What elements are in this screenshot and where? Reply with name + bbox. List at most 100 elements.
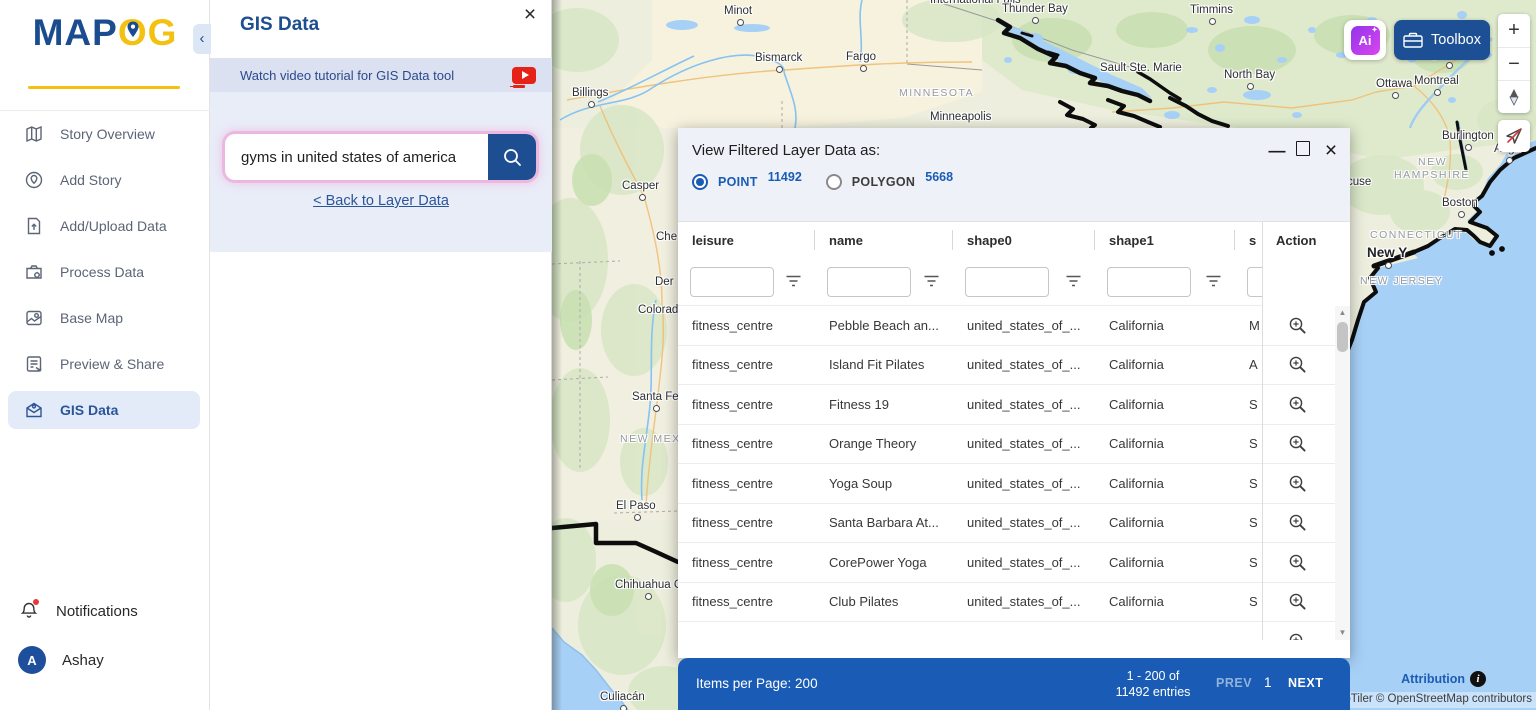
point-radio[interactable] [692,174,708,190]
sidebar-item-label: Base Map [60,310,124,326]
filter-input-shape0[interactable] [965,267,1049,297]
maximize-button[interactable] [1292,140,1314,162]
zoom-to-feature-button[interactable] [1262,385,1332,424]
zoom-to-feature-button[interactable] [1262,543,1332,582]
notifications-button[interactable]: Notifications [18,599,138,622]
vertical-scrollbar[interactable]: ▲ ▼ [1335,306,1350,640]
cell-shape2: S [1249,594,1258,610]
prev-page-button[interactable]: PREV [1216,676,1252,690]
vertical-scroll-thumb[interactable] [1337,322,1348,352]
sidebar-item-add-upload-data[interactable]: Add/Upload Data [8,207,200,245]
toolbox-icon [1403,32,1423,48]
folded-map-icon [26,125,42,143]
zoom-in-button[interactable]: + [1498,14,1530,47]
search-box [225,134,536,180]
cell-shape0: united_states_of_... [967,594,1081,610]
video-tutorial-bar[interactable]: Watch video tutorial for GIS Data tool [210,58,552,92]
point-radio-label[interactable]: POINT [718,175,758,189]
cell-shape2: S [1249,515,1258,531]
cell-name: Island Fit Pilates [829,357,925,373]
filter-icon[interactable] [924,275,939,287]
cell-leisure: fitness_centre [692,357,773,373]
zoom-in-magnifier-icon [1289,514,1306,531]
user-menu[interactable]: A Ashay [18,646,104,674]
filter-input-name[interactable] [827,267,911,297]
entries-range: 1 - 200 of 11492 entries [1115,669,1191,699]
cell-name: Yoga Soup [829,475,893,491]
table-row: fitness_centre Club Pilates united_state… [678,583,1335,622]
column-header-shape0[interactable]: shape0 [953,222,1095,258]
column-header-shape1[interactable]: shape1 [1095,222,1235,258]
cell-shape1: California [1109,436,1164,452]
search-input[interactable] [225,134,488,180]
zoom-out-button[interactable]: − [1498,47,1530,80]
map-zoom-controls: + − [1498,14,1530,113]
sidebar-item-add-story[interactable]: Add Story [8,161,200,199]
zoom-to-feature-button[interactable] [1262,346,1332,385]
next-page-button[interactable]: NEXT [1288,676,1323,690]
table-row: fitness_centre CorePower Yoga united_sta… [678,543,1335,583]
scroll-down-arrow[interactable]: ▼ [1335,626,1350,640]
polygon-radio-label[interactable]: POLYGON [852,175,915,189]
back-to-layer-data-link[interactable]: < Back to Layer Data [210,193,552,209]
zoom-to-feature-button[interactable] [1262,464,1332,503]
zoom-in-magnifier-icon [1289,593,1306,610]
compass-icon [1509,89,1519,106]
sidebar-collapse-button[interactable]: ‹ [193,24,211,54]
geolocate-off-icon [1506,128,1522,144]
modal-close-button[interactable]: × [1320,140,1342,162]
cell-shape0: united_states_of_... [967,554,1081,570]
attribution-toggle[interactable]: Attribution i [1401,671,1486,687]
items-per-page[interactable]: Items per Page: 200 [696,676,818,691]
search-button[interactable] [488,134,536,180]
sidebar-item-label: Add/Upload Data [60,218,167,234]
zoom-to-feature-button[interactable] [1262,622,1332,640]
cell-name: Santa Barbara At... [829,515,939,531]
column-header-leisure[interactable]: leisure [678,222,815,258]
app-root: MAPOG Story Overview Add Story Add/Uploa… [0,0,1536,710]
table-row: fitness_centre Island Fit Pilates united… [678,346,1335,385]
sidebar-item-process-data[interactable]: Process Data [8,253,200,291]
youtube-icon[interactable] [512,66,536,88]
sidebar-item-story-overview[interactable]: Story Overview [8,115,200,153]
panel-close-button[interactable]: × [517,2,543,28]
filter-input-shape2[interactable] [1247,267,1262,297]
file-upload-icon [27,217,41,235]
logo-underline [28,86,180,89]
filter-input-shape1[interactable] [1107,267,1191,297]
column-header-action: Action [1276,232,1317,248]
zoom-to-feature-button[interactable] [1262,306,1332,345]
bell-icon [18,599,40,622]
cell-shape0: united_states_of_... [967,357,1081,373]
gis-data-icon [26,402,42,418]
zoom-in-magnifier-icon [1289,475,1306,492]
cell-shape1: California [1109,475,1164,491]
filter-input-leisure[interactable] [690,267,774,297]
cell-shape2: S [1249,396,1258,412]
attribution-label: Attribution [1401,672,1465,686]
cell-shape2: M [1249,317,1260,333]
search-icon [503,148,521,166]
modal-title: View Filtered Layer Data as: [692,142,881,159]
logo-text-g: G [147,12,178,53]
filter-icon[interactable] [1206,275,1221,287]
logo-text-map: MAP [32,12,118,53]
zoom-to-feature-button[interactable] [1262,425,1332,464]
scroll-up-arrow[interactable]: ▲ [1335,306,1350,320]
sidebar-item-gis-data[interactable]: GIS Data [8,391,200,429]
ai-tool-button[interactable]: Ai ✦ [1344,20,1386,60]
polygon-radio[interactable] [825,174,842,190]
zoom-to-feature-button[interactable] [1262,504,1332,543]
column-header-shape2[interactable]: s [1235,222,1262,258]
compass-button[interactable] [1498,80,1530,113]
toolbox-button[interactable]: Toolbox [1394,20,1490,60]
filter-icon[interactable] [1066,275,1081,287]
zoom-to-feature-button[interactable] [1262,583,1332,622]
data-table: leisure name shape0 shape1 s Action fitn… [678,222,1350,640]
minimize-button[interactable]: — [1266,140,1288,162]
sidebar-item-base-map[interactable]: Base Map [8,299,200,337]
geolocate-disabled-button[interactable] [1498,120,1530,152]
sidebar-item-preview-share[interactable]: Preview & Share [8,345,200,383]
column-header-name[interactable]: name [815,222,953,258]
filter-icon[interactable] [786,275,801,287]
